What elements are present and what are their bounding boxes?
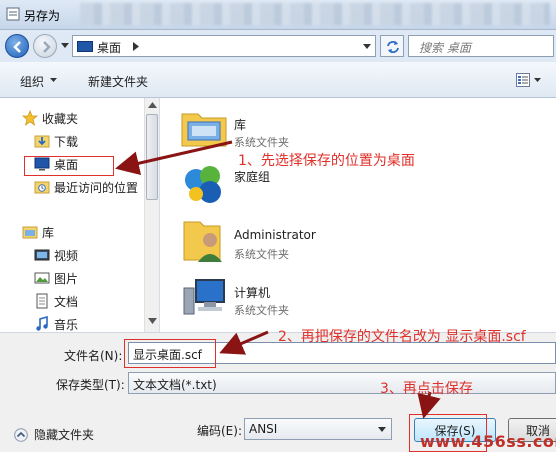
scroll-down-icon[interactable]	[148, 318, 157, 324]
encoding-value: ANSI	[249, 422, 278, 436]
scrollbar-thumb[interactable]	[146, 114, 158, 200]
item-name: 家庭组	[234, 170, 271, 184]
video-icon	[34, 249, 50, 261]
chevron-right-icon[interactable]	[133, 42, 139, 51]
back-button[interactable]	[5, 34, 29, 58]
computer-icon	[183, 279, 225, 315]
scroll-up-icon[interactable]	[148, 102, 157, 108]
recent-places-icon	[34, 181, 50, 194]
library-folder-icon	[181, 113, 227, 147]
chevron-down-icon	[378, 427, 386, 432]
pictures-icon	[34, 272, 50, 284]
sidebar-item-label: 下载	[54, 134, 79, 149]
user-folder-icon	[183, 221, 222, 262]
organize-button[interactable]: 组织	[20, 73, 44, 90]
list-item-computer[interactable]: 计算机 系统文件夹	[160, 272, 556, 328]
chevron-up-circle-icon	[14, 427, 28, 442]
library-icon	[22, 226, 38, 239]
chevron-down-icon[interactable]	[50, 78, 57, 82]
sidebar-item-documents[interactable]: 文档	[34, 291, 78, 311]
site-watermark: www.456ss.com	[420, 432, 556, 451]
save-as-icon	[6, 7, 20, 21]
sidebar-item-downloads[interactable]: 下载	[34, 131, 78, 151]
sidebar-item-pictures[interactable]: 图片	[34, 268, 78, 288]
chevron-down-icon[interactable]	[363, 44, 371, 49]
downloads-folder-icon	[34, 135, 50, 148]
sidebar-item-label: 收藏夹	[42, 111, 79, 126]
item-type: 系统文件夹	[234, 248, 289, 261]
search-placeholder: 搜索 桌面	[419, 41, 471, 55]
filename-label: 文件名(N):	[64, 349, 123, 363]
arrow-left-icon	[13, 41, 21, 53]
sidebar-item-label: 最近访问的位置	[54, 180, 139, 195]
list-item-administrator[interactable]: Administrator 系统文件夹	[160, 216, 556, 272]
title-bar: 另存为	[0, 0, 556, 30]
refresh-icon	[387, 41, 399, 53]
sidebar-item-videos[interactable]: 视频	[34, 245, 78, 265]
search-input[interactable]: 搜索 桌面	[408, 35, 554, 57]
sidebar-item-favorites[interactable]: 收藏夹	[22, 108, 78, 128]
filename-highlight-box	[124, 339, 216, 368]
desktop-highlight-box	[24, 156, 114, 176]
address-bar[interactable]: 桌面	[72, 35, 376, 57]
sidebar-item-label: 库	[42, 225, 55, 240]
window-title: 另存为	[24, 9, 61, 23]
item-type: 系统文件夹	[234, 136, 289, 149]
chevron-down-icon[interactable]	[534, 78, 541, 82]
sidebar-item-label: 音乐	[54, 317, 79, 332]
hide-folders-toggle[interactable]: 隐藏文件夹	[14, 426, 94, 443]
item-name: Administrator	[234, 228, 316, 242]
item-name: 库	[234, 118, 247, 132]
sidebar-item-label: 视频	[54, 248, 79, 263]
file-list: 库 系统文件夹 家庭组 Administrator 系统文件夹 计算机 系统文件…	[160, 98, 556, 332]
command-toolbar: 组织 新建文件夹	[0, 62, 556, 98]
refresh-button[interactable]	[380, 35, 404, 57]
annotation-step-3: 3、再点击保存	[380, 381, 473, 397]
document-icon	[36, 293, 48, 309]
sidebar-item-recent[interactable]: 最近访问的位置	[34, 177, 138, 197]
filetype-value: 文本文档(*.txt)	[133, 378, 217, 392]
sidebar-item-music[interactable]: 音乐	[34, 314, 78, 334]
history-dropdown-icon[interactable]	[61, 43, 69, 49]
sidebar-item-label: 文档	[54, 294, 79, 309]
sidebar-item-label: 图片	[54, 271, 79, 286]
annotation-step-1: 1、先选择保存的位置为桌面	[238, 153, 415, 169]
navigation-pane: 收藏夹 下载 桌面 最近访问的位置 库 视频 图片 文档 音乐	[0, 98, 160, 332]
address-text: 桌面	[97, 41, 122, 55]
arrow-right-icon	[43, 41, 51, 53]
hide-folders-label: 隐藏文件夹	[34, 428, 95, 442]
navigation-bar: 桌面 搜索 桌面	[0, 30, 556, 62]
view-options-icon[interactable]	[516, 73, 530, 87]
forward-button[interactable]	[33, 34, 57, 58]
encoding-label: 编码(E):	[197, 424, 242, 438]
item-name: 计算机	[234, 286, 271, 300]
new-folder-button[interactable]: 新建文件夹	[88, 73, 148, 90]
annotation-step-2: 2、再把保存的文件名改为 显示桌面.scf	[278, 329, 526, 345]
filetype-label: 保存类型(T):	[56, 378, 125, 392]
sidebar-item-libraries[interactable]: 库	[22, 222, 54, 242]
homegroup-icon	[185, 166, 221, 203]
desktop-icon	[77, 41, 93, 52]
music-icon	[36, 316, 48, 331]
star-icon	[22, 110, 38, 126]
filetype-select[interactable]: 文本文档(*.txt)	[128, 372, 556, 394]
blurred-title-area	[80, 3, 550, 25]
encoding-select[interactable]: ANSI	[244, 418, 392, 440]
item-type: 系统文件夹	[234, 304, 289, 317]
